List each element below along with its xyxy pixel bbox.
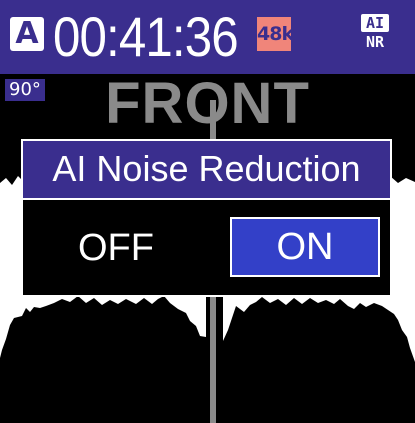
direction-label: FRONT: [105, 71, 310, 136]
dialog-title-bar: AI Noise Reduction: [23, 141, 390, 200]
recorder-screen: A 00:41:36 48k AI NR FRONT 90° AI Noise …: [0, 0, 415, 423]
ai-noise-reduction-dialog: AI Noise Reduction OFF ON: [21, 139, 392, 297]
dialog-title: AI Noise Reduction: [52, 148, 361, 189]
angle-tag: 90°: [5, 79, 45, 101]
option-on-button[interactable]: ON: [230, 217, 380, 277]
ai-nr-icon-bottom: NR: [365, 33, 385, 51]
ai-nr-icon: AI NR: [356, 14, 394, 58]
recording-timecode: 00:41:36: [53, 5, 239, 68]
status-bar: A 00:41:36 48k AI NR: [0, 0, 415, 74]
mode-badge: A: [10, 17, 44, 51]
sample-rate-badge: 48k: [257, 17, 294, 51]
option-off-button[interactable]: OFF: [41, 219, 191, 277]
ai-nr-icon-top: AI: [361, 14, 389, 32]
